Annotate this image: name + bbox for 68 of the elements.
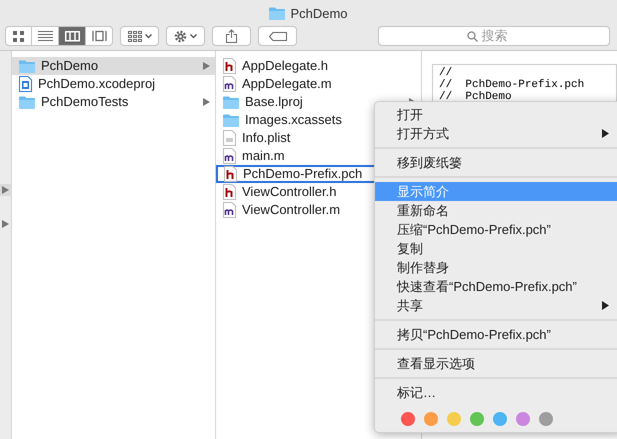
gear-icon [174, 30, 187, 42]
folder-icon [223, 96, 239, 108]
file-name: PchDemo-Prefix.pch [243, 165, 362, 184]
code-line: // PchDemo-Prefix.pch [439, 79, 586, 91]
header-file-icon [223, 184, 236, 200]
folder-icon [19, 60, 35, 72]
menu-item[interactable]: 拷贝“PchDemo-Prefix.pch” [375, 325, 617, 344]
disclosure-arrow-icon [2, 220, 9, 228]
share-icon [226, 29, 237, 43]
tag-button[interactable] [258, 26, 297, 46]
folder-icon [269, 7, 286, 20]
view-mode-button[interactable] [5, 26, 32, 46]
file-name: main.m [242, 147, 285, 166]
folder-icon [223, 114, 239, 126]
source-file-icon [223, 202, 236, 218]
menu-item[interactable]: 标记… [375, 383, 617, 402]
source-file-icon [223, 148, 236, 164]
menu-item[interactable]: 制作替身 [375, 258, 617, 277]
code-line: // [439, 67, 454, 79]
icon-view-icon [11, 30, 26, 42]
search-input[interactable]: 搜索 [482, 26, 522, 46]
window-title: PchDemo [290, 4, 348, 23]
menu-item[interactable]: 重新命名 [375, 201, 617, 220]
menu-item[interactable]: 快速查看“PchDemo-Prefix.pch” [375, 277, 617, 296]
file-name: PchDemo [41, 57, 98, 76]
gallery-view-icon [92, 30, 106, 42]
header-file-icon [224, 166, 237, 182]
menu-item[interactable]: 打开方式 [375, 124, 617, 143]
file-row[interactable]: AppDelegate.h [216, 57, 421, 75]
file-name: PchDemo.xcodeproj [38, 75, 156, 94]
share-button[interactable] [212, 26, 251, 46]
action-button[interactable] [166, 26, 205, 46]
menu-item[interactable]: 查看显示选项 [375, 354, 617, 373]
file-name: AppDelegate.h [242, 57, 328, 76]
file-name: PchDemoTests [41, 93, 128, 112]
list-view-icon [38, 30, 52, 42]
project-file-icon [19, 76, 32, 92]
tag-icon [268, 32, 286, 40]
menu-item[interactable]: 共享 [375, 296, 617, 315]
file-name: ViewController.m [242, 201, 340, 220]
disclosure-arrow-icon [2, 186, 9, 194]
document-icon [223, 130, 236, 146]
file-name: Info.plist [242, 129, 290, 148]
grid-icon [128, 30, 142, 42]
folder-icon [19, 96, 35, 108]
file-row[interactable]: PchDemoTests [12, 93, 215, 111]
arrange-button[interactable] [120, 26, 159, 46]
file-row[interactable]: PchDemo [12, 57, 215, 75]
chevron-down-icon [144, 34, 152, 38]
search-field[interactable]: 搜索 [378, 26, 610, 46]
file-row[interactable]: AppDelegate.m [216, 75, 421, 93]
view-mode-button[interactable] [32, 26, 59, 46]
file-row[interactable]: PchDemo.xcodeproj [12, 75, 215, 93]
chevron-down-icon [190, 34, 197, 38]
file-name: Base.lproj [245, 93, 303, 112]
code-line: // PchDemo [439, 91, 513, 103]
column-view-icon [64, 30, 80, 42]
file-name: ViewController.h [242, 183, 336, 202]
menu-item[interactable]: 打开 [375, 105, 617, 124]
header-file-icon [223, 58, 236, 74]
search-icon [466, 30, 478, 42]
file-name: Images.xcassets [245, 111, 342, 130]
view-mode-button[interactable] [59, 26, 86, 46]
menu-item[interactable]: 压缩“PchDemo-Prefix.pch” [375, 220, 617, 239]
source-file-icon [223, 76, 236, 92]
view-mode-button[interactable] [86, 26, 113, 46]
file-name: AppDelegate.m [242, 75, 332, 94]
menu-item[interactable]: 复制 [375, 239, 617, 258]
